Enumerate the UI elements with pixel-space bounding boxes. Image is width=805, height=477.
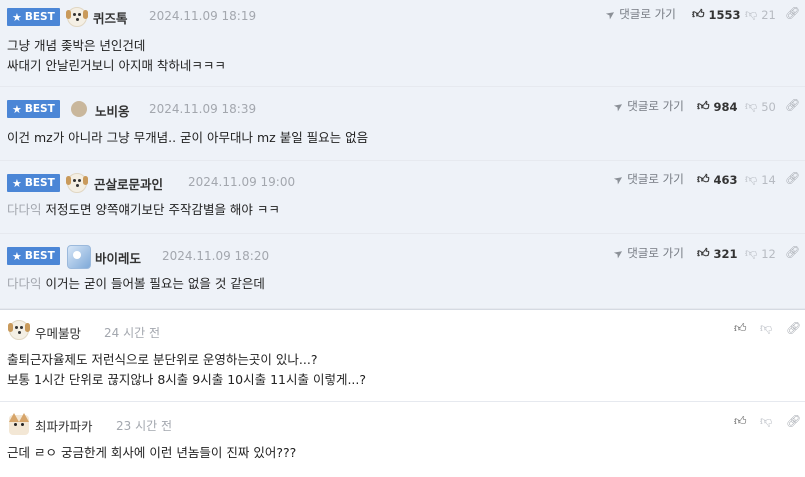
thumbs-up-icon: 👍︎ <box>697 172 710 186</box>
timestamp: 2024.11.09 18:20 <box>162 249 270 263</box>
comment-line: 보통 1시간 단위로 끊지않나 8시출 9시출 10시출 11시출 이렇게...… <box>7 372 367 387</box>
comment-line: 출퇴근자율제도 저런식으로 분단위로 운영하는곳이 있나...? <box>7 352 318 367</box>
star-icon: ★ <box>12 176 22 190</box>
star-icon: ★ <box>12 102 22 116</box>
upvote-count: 1553 <box>708 7 741 22</box>
nickname[interactable]: 최파카파카 <box>35 416 93 435</box>
comment-item: ★ BEST 곤살로문과인 2024.11.09 19:00 ➤ 댓글로 가기 … <box>0 161 805 234</box>
upvote-count: 463 <box>713 172 738 187</box>
nickname[interactable]: 곤살로문과인 <box>94 174 163 193</box>
upvote-button[interactable]: 👍︎ 321 <box>697 246 738 261</box>
reply-label: 댓글로 가기 <box>627 99 684 113</box>
thumbs-down-icon: 👎︎ <box>745 172 758 186</box>
upvote-button[interactable]: 👍︎ 984 <box>697 99 738 114</box>
thumbs-down-icon: 👎︎ <box>745 246 758 260</box>
upvote-count: 984 <box>713 99 738 114</box>
avatar[interactable] <box>66 7 88 27</box>
reply-label: 댓글로 가기 <box>627 172 684 186</box>
comment-line: 이건 mz가 아니라 그냥 무개념.. 굳이 아무대나 mz 붙일 필요는 없음 <box>7 130 369 145</box>
comment-body: 그냥 개념 좆박은 년인건데 싸대기 안날린거보니 아지매 착하네ㅋㅋㅋ <box>7 36 785 76</box>
best-label: BEST <box>24 11 55 23</box>
downvote-button[interactable]: 👎︎ 12 <box>745 246 776 261</box>
thumbs-down-icon[interactable]: 👎︎ <box>760 414 772 429</box>
mention-tag[interactable]: 다다익 <box>7 276 42 291</box>
upvote-count: 321 <box>713 246 738 261</box>
avatar[interactable] <box>8 320 30 340</box>
downvote-count: 12 <box>761 246 776 261</box>
plane-icon: ➤ <box>611 171 627 187</box>
plane-icon: ➤ <box>611 98 627 114</box>
go-to-reply-link[interactable]: ➤ 댓글로 가기 <box>603 6 676 22</box>
nickname[interactable]: 우메불망 <box>35 323 81 342</box>
downvote-button[interactable]: 👎︎ 50 <box>745 99 776 114</box>
best-label: BEST <box>24 103 55 115</box>
mention-tag[interactable]: 다다익 <box>7 202 42 217</box>
comment-body: 근데 ㄹㅇ 궁금한게 회사에 이런 년놈들이 진짜 있어??? <box>7 443 785 463</box>
link-icon[interactable]: 🔗︎ <box>785 171 800 185</box>
go-to-reply-link[interactable]: ➤ 댓글로 가기 <box>611 98 684 114</box>
timestamp: 2024.11.09 19:00 <box>188 175 296 189</box>
comment-item: ★ BEST 노비옹 2024.11.09 18:39 ➤ 댓글로 가기 👍︎ … <box>0 87 805 161</box>
downvote-button[interactable]: 👎︎ 21 <box>745 7 776 22</box>
plane-icon: ➤ <box>611 245 627 261</box>
comment-list: ★ BEST 퀴즈톡 2024.11.09 18:19 ➤ 댓글로 가기 👍︎ … <box>0 0 805 476</box>
avatar[interactable] <box>9 413 29 435</box>
link-icon[interactable]: 🔗︎ <box>785 245 800 259</box>
comment-item: ★ BEST 바이레도 2024.11.09 18:20 ➤ 댓글로 가기 👍︎… <box>0 234 805 309</box>
comment-body: 이건 mz가 아니라 그냥 무개념.. 굳이 아무대나 mz 붙일 필요는 없음 <box>7 128 785 148</box>
downvote-button[interactable]: 👎︎ 14 <box>745 172 776 187</box>
comment-line: 저정도면 양쪽얘기보단 주작감별을 해야 ㅋㅋ <box>45 202 280 217</box>
nickname[interactable]: 노비옹 <box>95 101 130 120</box>
comment-body: 다다익 저정도면 양쪽얘기보단 주작감별을 해야 ㅋㅋ <box>7 200 785 220</box>
avatar[interactable] <box>66 173 88 193</box>
thumbs-up-icon: 👍︎ <box>697 99 710 113</box>
comment-body: 출퇴근자율제도 저런식으로 분단위로 운영하는곳이 있나...? 보통 1시간 … <box>7 350 785 390</box>
reply-label: 댓글로 가기 <box>619 7 676 21</box>
timestamp: 2024.11.09 18:19 <box>149 9 257 23</box>
comment-line: 싸대기 안날린거보니 아지매 착하네ㅋㅋㅋ <box>7 58 226 73</box>
nickname[interactable]: 바이레도 <box>95 248 141 267</box>
go-to-reply-link[interactable]: ➤ 댓글로 가기 <box>611 245 684 261</box>
timestamp: 2024.11.09 18:39 <box>149 102 257 116</box>
link-icon[interactable]: 🔗︎ <box>786 414 801 428</box>
best-badge: ★ BEST <box>7 247 60 265</box>
upvote-button[interactable]: 👍︎ 1553 <box>692 7 741 22</box>
comment-body: 다다익 이거는 굳이 들어볼 필요는 없을 것 같은데 <box>7 274 785 294</box>
thumbs-up-icon[interactable]: 👍︎ <box>734 414 747 429</box>
star-icon: ★ <box>12 249 22 263</box>
comment-line: 이거는 굳이 들어볼 필요는 없을 것 같은데 <box>45 276 265 291</box>
downvote-count: 14 <box>761 172 776 187</box>
thumbs-down-icon: 👎︎ <box>745 7 758 21</box>
best-badge: ★ BEST <box>7 8 60 26</box>
avatar[interactable] <box>71 101 87 117</box>
comment-line: 근데 ㄹㅇ 궁금한게 회사에 이런 년놈들이 진짜 있어??? <box>7 445 297 460</box>
thumbs-up-icon: 👍︎ <box>692 7 705 21</box>
star-icon: ★ <box>12 10 22 24</box>
comment-line: 그냥 개념 좆박은 년인건데 <box>7 38 146 53</box>
comment-item: ★ BEST 퀴즈톡 2024.11.09 18:19 ➤ 댓글로 가기 👍︎ … <box>0 0 805 87</box>
plane-icon: ➤ <box>603 6 619 22</box>
nickname[interactable]: 퀴즈톡 <box>93 8 128 27</box>
go-to-reply-link[interactable]: ➤ 댓글로 가기 <box>611 171 684 187</box>
reply-label: 댓글로 가기 <box>627 246 684 260</box>
timestamp: 23 시간 전 <box>116 419 173 433</box>
best-badge: ★ BEST <box>7 100 60 118</box>
best-label: BEST <box>24 177 55 189</box>
avatar[interactable] <box>67 245 91 269</box>
downvote-count: 21 <box>761 7 776 22</box>
comment-item: 우메불망 24 시간 전 👍︎ 👎︎ 🔗︎ 출퇴근자율제도 저런식으로 분단위로… <box>0 309 805 402</box>
best-label: BEST <box>24 250 55 262</box>
link-icon[interactable]: 🔗︎ <box>786 321 801 335</box>
thumbs-down-icon: 👎︎ <box>745 99 758 113</box>
link-icon[interactable]: 🔗︎ <box>785 6 800 20</box>
comment-item: 최파카파카 23 시간 전 👍︎ 👎︎ 🔗︎ 근데 ㄹㅇ 궁금한게 회사에 이런… <box>0 402 805 476</box>
upvote-button[interactable]: 👍︎ 463 <box>697 172 738 187</box>
timestamp: 24 시간 전 <box>104 326 161 340</box>
thumbs-up-icon: 👍︎ <box>697 246 710 260</box>
thumbs-down-icon[interactable]: 👎︎ <box>760 321 772 336</box>
link-icon[interactable]: 🔗︎ <box>785 98 800 112</box>
thumbs-up-icon[interactable]: 👍︎ <box>734 321 747 336</box>
best-badge: ★ BEST <box>7 174 60 192</box>
downvote-count: 50 <box>761 99 776 114</box>
